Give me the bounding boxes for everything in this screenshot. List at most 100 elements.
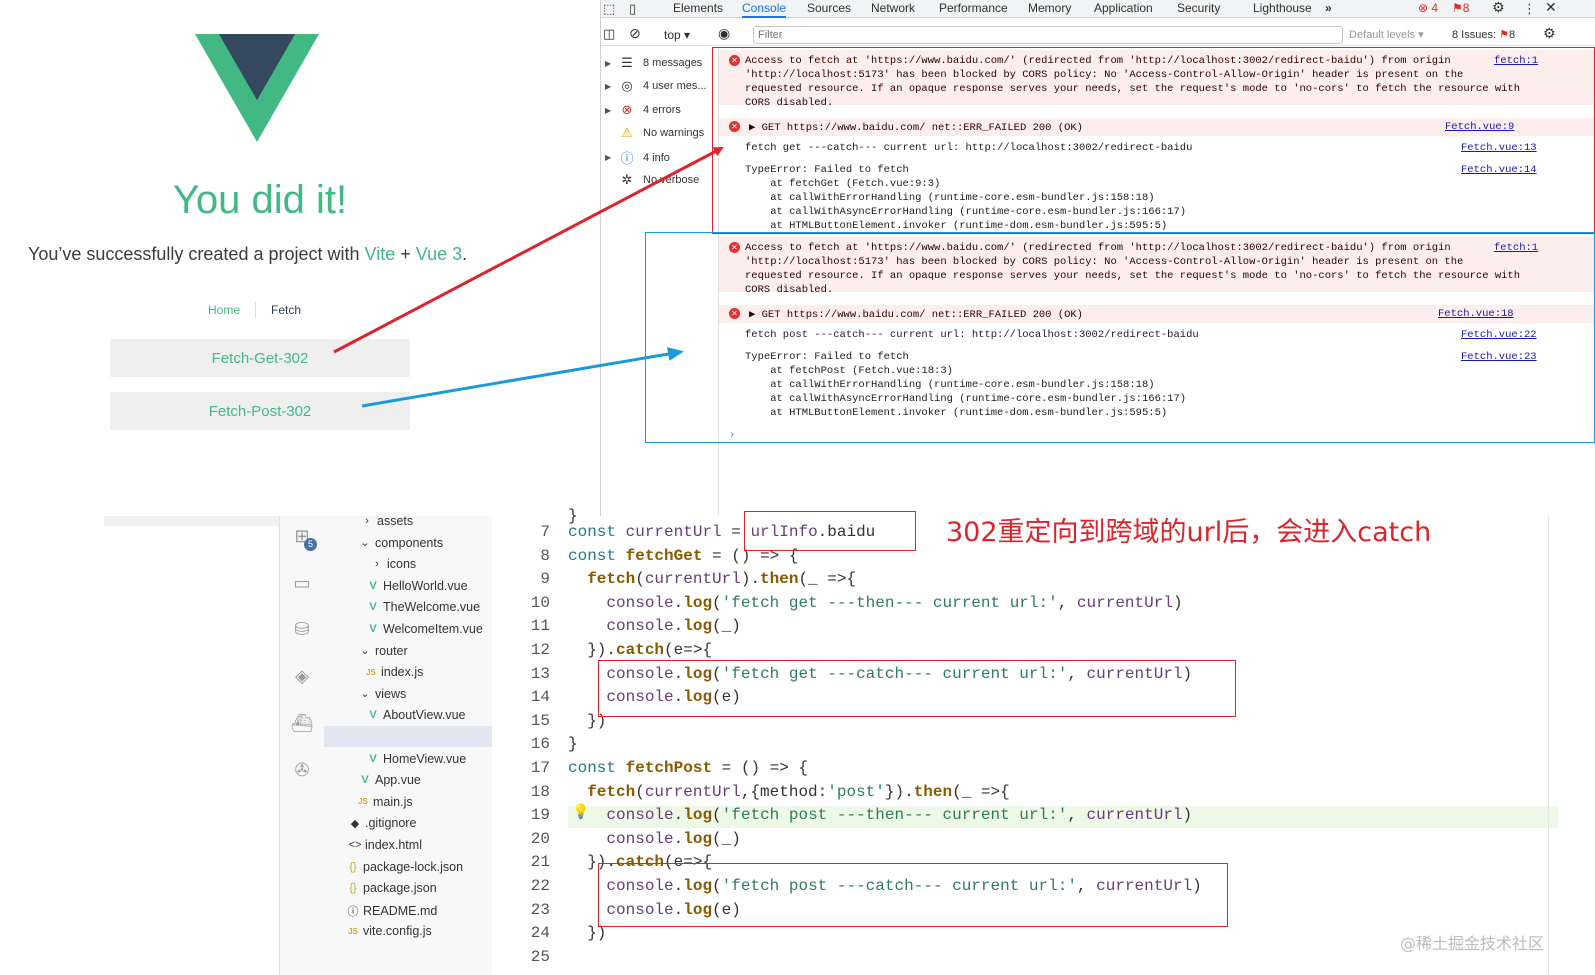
tree-item[interactable]: V HelloWorld.vue bbox=[366, 579, 467, 593]
tree-item[interactable]: {} package.json bbox=[346, 881, 436, 895]
code-line: } bbox=[568, 735, 578, 754]
code-line: const fetchPost = () => { bbox=[568, 759, 809, 777]
tree-item[interactable]: JS vite.config.js bbox=[346, 924, 432, 938]
nav-home-link[interactable]: Home bbox=[208, 303, 240, 317]
vite-link[interactable]: Vite bbox=[365, 244, 396, 264]
code-line: console.log('fetch post ---then--- curre… bbox=[606, 806, 1193, 825]
tree-item-label: .gitignore bbox=[365, 816, 417, 831]
tree-item[interactable]: V App.vue bbox=[358, 773, 421, 787]
sidebar-item-errors[interactable]: ▶ ⊗ 4 errors bbox=[605, 102, 681, 118]
tab-security[interactable]: Security bbox=[1177, 1, 1220, 15]
sidebar-item-warnings[interactable]: ⚠ No warnings bbox=[605, 125, 704, 141]
sidebar-item-label: 8 messages bbox=[643, 57, 703, 69]
tab-application[interactable]: Application bbox=[1094, 1, 1153, 15]
code-line: fetch(currentUrl,{method:'post'}).then(_… bbox=[587, 782, 1010, 801]
html-icon: <> bbox=[348, 839, 362, 851]
issues-label: 8 Issues: bbox=[1452, 29, 1497, 41]
error-count: 4 bbox=[1431, 1, 1439, 15]
tree-item-label: App.vue bbox=[375, 773, 421, 788]
tree-item[interactable]: V TheWelcome.vue bbox=[366, 600, 480, 614]
tab-performance[interactable]: Performance bbox=[939, 1, 1008, 15]
context-select[interactable]: top ▾ bbox=[664, 28, 690, 42]
fetch-post-302-button[interactable]: Fetch-Post-302 bbox=[110, 392, 410, 430]
tab-sources[interactable]: Sources bbox=[807, 1, 851, 15]
chevron-down-icon: ⌄ bbox=[360, 537, 370, 550]
sidebar-item-label: No verbose bbox=[643, 174, 700, 186]
vue-icon: V bbox=[361, 774, 369, 787]
filter-input[interactable] bbox=[753, 26, 1343, 44]
line-number: 25 bbox=[530, 947, 550, 966]
vue-link[interactable]: Vue 3 bbox=[416, 244, 462, 264]
tree-item-label: components bbox=[375, 535, 444, 550]
annotation-box-url bbox=[744, 511, 916, 551]
chevron-down-icon: ⌄ bbox=[360, 688, 370, 701]
info-icon: ⓘ bbox=[347, 905, 359, 918]
editor-scrollbar[interactable] bbox=[1548, 516, 1568, 975]
tree-item[interactable]: <> index.html bbox=[348, 838, 422, 852]
tab-network[interactable]: Network bbox=[871, 1, 915, 15]
remote-explorer-icon[interactable]: ▭ bbox=[290, 573, 314, 594]
inspect-element-icon[interactable]: ⬚ bbox=[603, 1, 615, 17]
tree-item[interactable]: › icons bbox=[370, 557, 416, 571]
fetch-get-302-button[interactable]: Fetch-Get-302 bbox=[110, 339, 410, 377]
layers-icon[interactable]: ◈ bbox=[290, 666, 314, 687]
more-tabs-icon[interactable]: » bbox=[1325, 1, 1332, 15]
settings-gear-icon[interactable]: ⚙ bbox=[1492, 0, 1505, 16]
annotation-box-post-catch bbox=[598, 863, 1228, 927]
tree-item-label: WelcomeItem.vue bbox=[383, 622, 483, 636]
tab-elements[interactable]: Elements bbox=[673, 1, 723, 15]
js-icon: JS bbox=[358, 797, 368, 807]
sidebar-toggle-icon[interactable]: ◫ bbox=[603, 26, 615, 42]
sidebar-item-user-messages[interactable]: ▶ ◎ 4 user mes... bbox=[605, 78, 707, 94]
tree-item[interactable]: ⌄ components bbox=[358, 536, 443, 550]
kubernetes-icon[interactable]: ✇ bbox=[290, 760, 314, 781]
database-icon[interactable]: ⛁ bbox=[290, 619, 314, 640]
page-nav: Home Fetch bbox=[208, 302, 301, 318]
sidebar-item-label: No warnings bbox=[643, 127, 705, 139]
tree-item[interactable]: V AboutView.vue bbox=[366, 708, 465, 722]
vue-icon: V bbox=[369, 601, 377, 614]
docker-icon[interactable]: ⛴ bbox=[290, 713, 314, 734]
close-icon[interactable]: ✕ bbox=[1545, 0, 1557, 16]
tree-item[interactable]: ⌄ router bbox=[358, 644, 407, 658]
tree-item[interactable]: V HomeView.vue bbox=[366, 752, 466, 766]
clear-console-icon[interactable]: ⊘ bbox=[629, 25, 641, 42]
line-number: 23 bbox=[530, 900, 550, 919]
vue-icon: V bbox=[369, 623, 377, 635]
tree-item[interactable]: ⌄ views bbox=[358, 687, 406, 701]
tab-memory[interactable]: Memory bbox=[1028, 1, 1071, 15]
flag-icon: ⚑ bbox=[1499, 29, 1509, 41]
tree-item[interactable]: JS index.js bbox=[364, 665, 423, 679]
code-line: console.log(_) bbox=[606, 617, 741, 636]
sidebar-item-messages[interactable]: ▶ ☰ 8 messages bbox=[605, 55, 702, 71]
tab-lighthouse[interactable]: Lighthouse bbox=[1253, 1, 1312, 15]
issues-counter[interactable]: 8 Issues: ⚑8 bbox=[1452, 28, 1515, 41]
page-subtitle: You’ve successfully created a project wi… bbox=[28, 244, 467, 265]
more-options-icon[interactable]: ⋮ bbox=[1523, 1, 1536, 17]
json-icon: {} bbox=[349, 882, 357, 895]
device-toolbar-icon[interactable]: ▯ bbox=[629, 1, 636, 17]
nav-fetch-link[interactable]: Fetch bbox=[271, 303, 301, 317]
tree-item[interactable]: V WelcomeItem.vue bbox=[366, 622, 483, 636]
log-levels-dropdown[interactable]: Default levels ▾ bbox=[1349, 28, 1424, 41]
chevron-right-icon: › bbox=[365, 515, 369, 527]
tree-item[interactable]: › assets bbox=[360, 514, 413, 528]
issues-count: 8 bbox=[1508, 29, 1516, 41]
tree-item[interactable]: JS main.js bbox=[356, 795, 413, 809]
sidebar-item-info[interactable]: ▶ ⓘ 4 info bbox=[605, 148, 670, 167]
sidebar-item-label: 4 info bbox=[643, 151, 670, 164]
console-settings-gear-icon[interactable]: ⚙ bbox=[1543, 25, 1556, 42]
tab-console[interactable]: Console bbox=[742, 1, 787, 18]
issues-badge[interactable]: ⚑8 bbox=[1452, 1, 1469, 15]
vue-icon: V bbox=[369, 709, 377, 722]
tree-item[interactable]: {} package-lock.json bbox=[346, 860, 463, 874]
sidebar-item-verbose[interactable]: ✲ No verbose bbox=[605, 172, 700, 188]
line-number: 18 bbox=[530, 782, 550, 801]
error-count-badge[interactable]: ⊗ 4 bbox=[1418, 1, 1438, 15]
lightbulb-icon[interactable]: 💡 bbox=[572, 803, 589, 820]
live-expression-eye-icon[interactable]: ◉ bbox=[718, 25, 730, 42]
activity-bar: ⊞ 5 ▭ ⛁ ◈ ⛴ ✇ bbox=[279, 516, 324, 975]
tree-item[interactable]: ⓘ README.md bbox=[346, 903, 438, 919]
tree-item[interactable]: ◆ .gitignore bbox=[348, 816, 417, 831]
panel-edge bbox=[104, 516, 279, 526]
